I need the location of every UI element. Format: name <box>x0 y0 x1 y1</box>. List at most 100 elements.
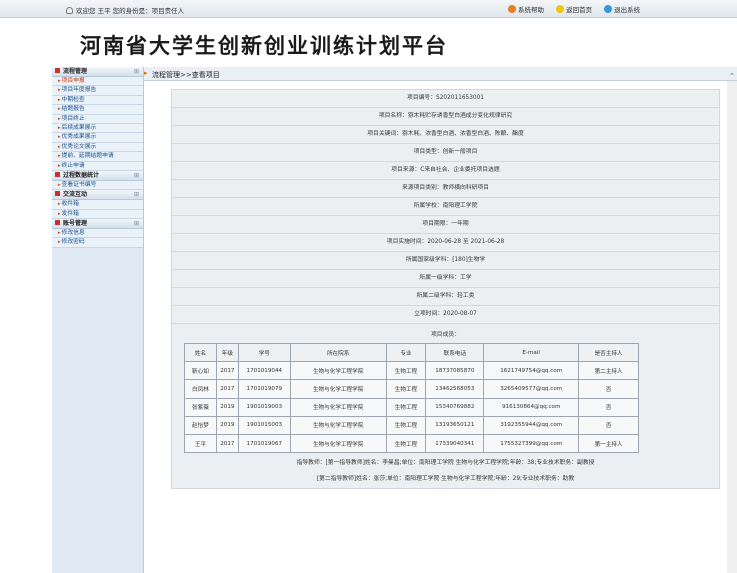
sidebar-item-terminate[interactable]: ▸项目终止 <box>52 114 143 124</box>
cell: 1901019003 <box>237 397 291 417</box>
item-label: 发件箱 <box>61 210 79 217</box>
teacher-line-2: [第二指导教师]姓名：张莎;单位：南阳理工学院 生物与化学工程学院;年龄：29;… <box>316 476 575 483</box>
sidebar-item-annual-report[interactable]: ▸项目年度报告 <box>52 86 143 96</box>
project-source: 项目来源：C来自社会、企业委托项目选题 <box>391 167 500 173</box>
scrollbar[interactable] <box>727 81 737 573</box>
sidebar-item-inbox[interactable]: ▸收件箱 <box>52 200 143 210</box>
col-name: 姓名 <box>184 342 217 363</box>
cell: 否 <box>578 397 639 417</box>
cell: 生物与化学工程学院 <box>289 379 387 399</box>
item-label: 结题报告 <box>61 106 85 113</box>
cell: 第一主持人 <box>578 433 639 454</box>
school-row: 所属学校：南阳理工学院 <box>171 197 720 215</box>
arrow-icon: ▸ <box>58 106 61 113</box>
group-title: 过程数据统计 <box>63 171 100 179</box>
table-row: 赵怡梦 2019 1901015003 生物与化学工程学院 生物工程 1319365012… <box>184 415 639 435</box>
cell: 1701019079 <box>237 379 291 399</box>
sidebar-item-change-password[interactable]: ▸修改密码 <box>52 238 143 248</box>
collapse-icon[interactable]: ⊞ <box>134 171 139 181</box>
sidebar-item-outbox[interactable]: ▸发件箱 <box>52 209 143 220</box>
group-marker-icon <box>55 220 60 226</box>
table-row: 王平 2017 1701019067 生物与化学工程学院 生物工程 17339040341… <box>184 433 639 454</box>
arrow-icon: ▸ <box>58 124 61 131</box>
user-icon <box>66 7 73 14</box>
cell: 2017 <box>215 361 239 381</box>
item-label: 优秀成果展示 <box>61 134 97 141</box>
collapse-icon[interactable]: ⊞ <box>134 67 139 77</box>
sidebar-group-communication[interactable]: 交流互动 ⊞ <box>52 190 143 201</box>
project-name: 项目名称：猕木耗贮存诱香型白酒成分变化规律研究 <box>378 113 513 119</box>
logout-icon <box>604 5 613 13</box>
implementation-row: 项目实施时间：2020-06-28 至 2021-06-28 <box>171 233 720 251</box>
secondary-subject-row: 所属二级学科：轻工类 <box>171 287 720 305</box>
sidebar-item-follow-up[interactable]: ▸后续成果展示 <box>52 123 143 134</box>
project-number-row: 项目编号：S202011653001 <box>171 89 720 107</box>
sidebar-group-process[interactable]: 流程管理 ⊞ <box>52 67 143 77</box>
sidebar-group-statistics[interactable]: 过程数据统计 ⊞ <box>52 170 143 181</box>
top-bar: 欢迎您 王平 您的身份是：项目责任人 系统帮助 返回首页 退出系统 <box>0 0 737 18</box>
help-link-label: 系统帮助 <box>518 6 544 14</box>
project-type: 项目类型：创新一般项目 <box>413 149 478 155</box>
banner: 河南省大学生创新创业训练计划平台 <box>0 18 737 64</box>
help-icon <box>508 5 516 13</box>
item-label: 后续成果展示 <box>61 124 97 131</box>
arrow-icon: ▸ <box>58 134 61 141</box>
col-major: 专业 <box>385 342 427 363</box>
group-marker-icon <box>55 191 60 197</box>
sidebar-item-termination-request[interactable]: ▸终止申请 <box>52 161 143 171</box>
primary-subject-row: 所属一级学科：工学 <box>171 269 720 287</box>
logout-link[interactable]: 退出系统 <box>604 5 640 14</box>
group-title: 交流互动 <box>63 191 88 199</box>
item-label: 收件箱 <box>61 201 79 208</box>
duration: 项目期限：一年期 <box>422 221 469 227</box>
caret-icon: ▸ <box>144 69 148 77</box>
cell: 13193650121 <box>425 415 485 435</box>
collapse-icon[interactable]: ⊞ <box>134 190 139 200</box>
project-source-row: 项目来源：C来自社会、企业委托项目选题 <box>171 161 720 179</box>
home-link[interactable]: 返回首页 <box>556 5 592 14</box>
breadcrumb-bar: ▸ 流程管理>>查看项目 ⌃ <box>144 67 737 81</box>
arrow-icon: ▸ <box>58 87 61 94</box>
arrow-icon: ▸ <box>58 115 61 122</box>
cell: 王平 <box>184 433 217 454</box>
sidebar-item-apply[interactable]: ▸项目申报 <box>52 77 143 87</box>
table-row: 张紫薇 2019 1901019003 生物与化学工程学院 生物工程 1534076988… <box>184 397 639 417</box>
collapse-icon[interactable]: ⊞ <box>134 219 139 229</box>
sidebar-item-certificate[interactable]: ▸查看证书编号 <box>52 180 143 191</box>
group-title: 账号管理 <box>63 220 88 228</box>
scroll-up-icon[interactable]: ⌃ <box>729 72 735 80</box>
group-marker-icon <box>55 68 60 73</box>
cell: 白凤林 <box>184 379 217 399</box>
item-label: 终止申请 <box>61 162 85 169</box>
arrow-icon: ▸ <box>58 153 61 160</box>
arrow-icon: ▸ <box>58 230 61 237</box>
teacher-line-1: 指导教师：[第一指导教师]姓名：李曼昌;单位：南阳理工学院 生物与化学工程学院;… <box>296 460 595 467</box>
top-links: 系统帮助 返回首页 退出系统 <box>508 4 650 14</box>
sidebar-item-excellent-papers[interactable]: ▸优秀论文展示 <box>52 142 143 153</box>
sidebar-item-excellent-results[interactable]: ▸优秀成果展示 <box>52 133 143 143</box>
sidebar-group-account[interactable]: 账号管理 ⊞ <box>52 219 143 230</box>
members-title: 项目成员： <box>431 332 460 338</box>
sidebar-item-edit-info[interactable]: ▸修改信息 <box>52 229 143 239</box>
cell: 18737085870 <box>425 361 485 381</box>
site-title: 河南省大学生创新创业训练计划平台 <box>80 34 448 58</box>
cell: 否 <box>578 379 639 399</box>
item-label: 提前、延期结题申请 <box>61 153 114 160</box>
sidebar: 流程管理 ⊞ ▸项目申报 ▸项目年度报告 ▸中期检查 ▸结题报告 ▸项目终止 ▸后… <box>52 67 144 573</box>
sidebar-item-extension[interactable]: ▸提前、延期结题申请 <box>52 152 143 162</box>
col-email: E-mail <box>483 342 580 363</box>
cell: 3265409577@qq.com <box>483 379 580 399</box>
project-name-row: 项目名称：猕木耗贮存诱香型白酒成分变化规律研究 <box>171 107 720 125</box>
members-header-row: 姓名 年级 学号 所在院系 专业 联系电话 E-mail 是否主持人 <box>184 342 639 363</box>
help-link[interactable]: 系统帮助 <box>508 5 544 14</box>
table-row: 白凤林 2017 1701019079 生物与化学工程学院 生物工程 1346256805… <box>184 379 639 399</box>
project-detail: 项目编号：S202011653001 项目名称：猕木耗贮存诱香型白酒成分变化规律… <box>171 89 720 490</box>
project-keywords-row: 项目关键词：猕木耗、浓香型白酒、浓香型白酒、陈酿、酯度 <box>171 125 720 143</box>
group-title: 流程管理 <box>63 68 88 75</box>
sidebar-item-final-report[interactable]: ▸结题报告 <box>52 105 143 115</box>
cell: 2019 <box>215 415 239 435</box>
item-label: 查看证书编号 <box>61 181 97 188</box>
primary-subject: 所属一级学科：工学 <box>419 275 472 281</box>
source-category: 来源项目类别：教师横向科研项目 <box>402 185 489 191</box>
sidebar-item-midterm[interactable]: ▸中期检查 <box>52 95 143 106</box>
